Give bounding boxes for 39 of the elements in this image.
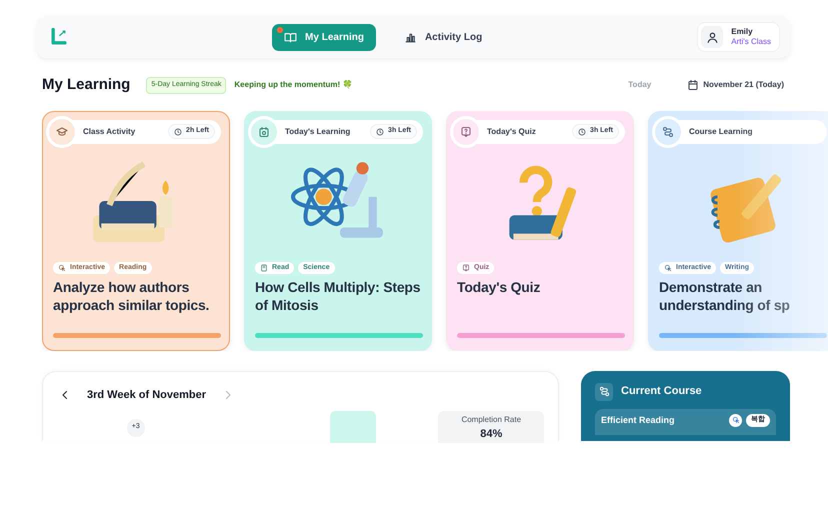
cursor-icon: [58, 264, 66, 272]
nav-tab[interactable]: My Learning: [272, 24, 376, 50]
card-title: Analyze how authors approach similar topics.: [53, 278, 210, 314]
completion-value: 84%: [479, 426, 504, 442]
streak-message: Keeping up the momentum! 🍀: [234, 79, 352, 92]
card-category: Class Activity: [83, 126, 136, 138]
clock-icon: [174, 128, 182, 136]
completion-label: Completion Rate: [460, 414, 522, 426]
calendar-icon: [258, 126, 270, 138]
course-name: Efficient Reading: [601, 414, 676, 427]
clock-icon: [376, 128, 384, 136]
card-title: How Cells Multiply: Steps of Mitosis: [255, 278, 422, 314]
user-name: Emily: [731, 26, 754, 37]
page-title: My Learning: [42, 75, 130, 95]
card-category: Course Learning: [689, 126, 754, 138]
person-icon: [706, 30, 719, 44]
chart-bar: [330, 410, 376, 442]
route-icon: [598, 386, 610, 397]
route-icon: [662, 126, 674, 138]
clock-icon: [578, 128, 586, 136]
user-class: Arti's Class: [731, 37, 771, 48]
card-title: Demonstrate an understanding of sp: [659, 278, 791, 314]
panel-title: Current Course: [621, 384, 702, 400]
book-icon: [284, 30, 298, 44]
question-icon: [462, 264, 470, 272]
cursor-icon: [664, 264, 672, 272]
nav-tab[interactable]: Activity Log: [392, 24, 494, 50]
calendar-icon: [687, 79, 700, 92]
book-icon: [260, 264, 268, 272]
card-category: Today's Quiz: [487, 126, 537, 138]
card-title: Today's Quiz: [457, 278, 542, 296]
bar-chart-icon: [404, 30, 417, 44]
graduation-cap-icon: [56, 126, 68, 138]
cursor-icon: [732, 416, 740, 424]
user-profile[interactable]: Emily Arti's Class: [697, 22, 780, 52]
date-button[interactable]: November 21 (Today): [681, 78, 790, 92]
question-icon: [460, 126, 472, 138]
card-category: Today's Learning: [285, 126, 352, 138]
week-label: 3rd Week of November: [87, 388, 206, 404]
